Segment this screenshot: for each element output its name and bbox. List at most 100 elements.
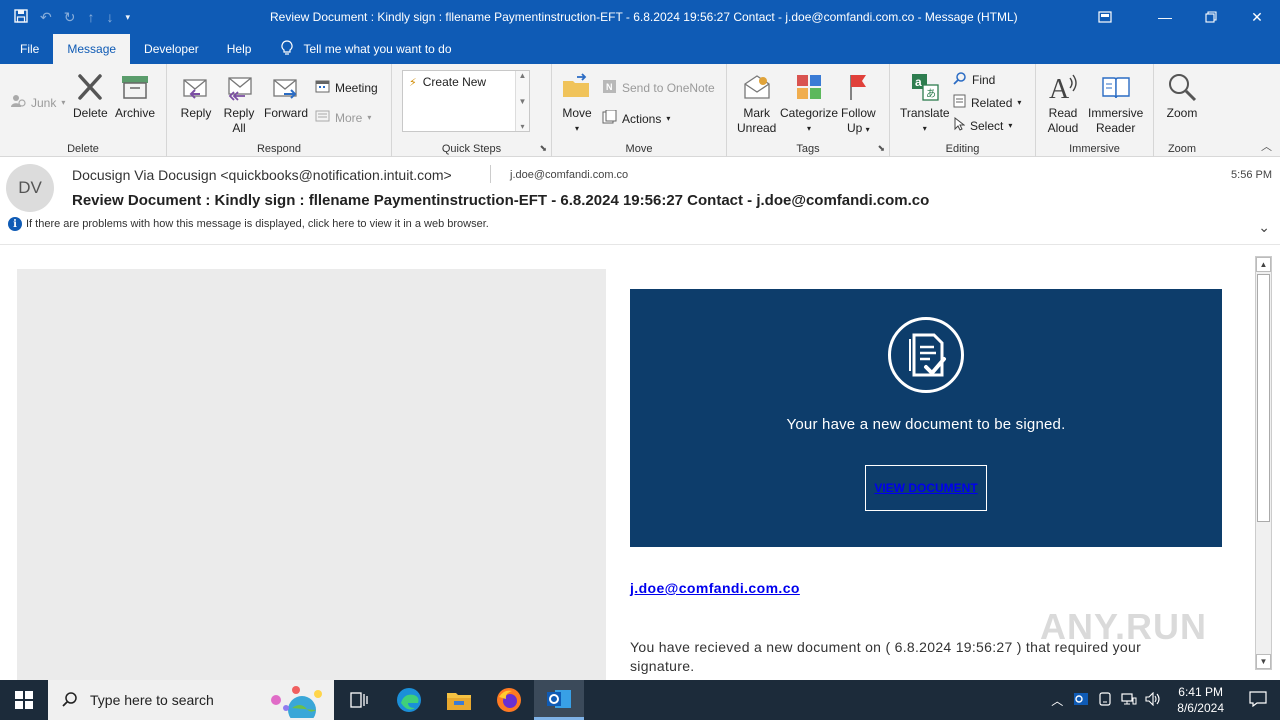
expand-header-icon[interactable]: ⌄ bbox=[1258, 219, 1270, 236]
read-aloud-button[interactable]: A Read Aloud bbox=[1046, 70, 1080, 136]
zoom-group-label: Zoom bbox=[1167, 143, 1197, 155]
taskbar-search[interactable]: Type here to search bbox=[48, 680, 334, 720]
outlook-tray-icon[interactable] bbox=[1069, 692, 1093, 709]
undo-icon[interactable]: ↶ bbox=[40, 9, 52, 26]
firefox-icon[interactable] bbox=[484, 680, 534, 720]
save-icon[interactable] bbox=[14, 8, 28, 26]
more-respond-button[interactable]: More ▾ bbox=[315, 109, 371, 126]
customize-qat-icon[interactable]: ▾ bbox=[125, 12, 130, 23]
document-check-icon bbox=[888, 317, 964, 393]
view-document-link[interactable]: VIEW DOCUMENT bbox=[865, 465, 987, 511]
onenote-icon: N bbox=[602, 79, 617, 97]
related-button[interactable]: Related ▾ bbox=[953, 94, 1021, 111]
find-button[interactable]: Find bbox=[953, 71, 995, 88]
tab-file[interactable]: File bbox=[0, 34, 53, 64]
zoom-button[interactable]: Zoom bbox=[1165, 70, 1199, 121]
follow-up-button[interactable]: Follow Up ▾ bbox=[841, 70, 876, 137]
categorize-icon bbox=[792, 70, 826, 104]
message-body: Your have a new document to be signed. V… bbox=[0, 246, 1280, 680]
clock[interactable]: 6:41 PM 8/6/2024 bbox=[1165, 684, 1236, 716]
chevron-down-icon: ▾ bbox=[367, 113, 372, 122]
watermark-logo: ANY.RUN bbox=[1040, 606, 1208, 647]
cursor-icon bbox=[953, 116, 966, 134]
restore-icon[interactable] bbox=[1188, 0, 1234, 34]
email-link[interactable]: j.doe@comfandi.com.co bbox=[630, 580, 800, 596]
redo-icon[interactable]: ↻ bbox=[64, 9, 76, 26]
ribbon-display-icon[interactable] bbox=[1082, 0, 1128, 34]
notification-icon[interactable] bbox=[1236, 690, 1280, 710]
info-bar[interactable]: i If there are problems with how this me… bbox=[8, 217, 489, 231]
dialog-launcher-icon[interactable]: ⬊ bbox=[539, 143, 547, 154]
scrollbar-thumb[interactable] bbox=[1257, 274, 1270, 522]
envelope-unread-icon bbox=[740, 70, 774, 104]
categorize-button[interactable]: Categorize ▾ bbox=[780, 70, 838, 136]
scroll-down-icon[interactable]: ▼ bbox=[519, 97, 527, 106]
task-view-icon[interactable] bbox=[334, 680, 384, 720]
ribbon: Junk ▾ Delete Archive Delete Reply Reply… bbox=[0, 64, 1280, 157]
move-button[interactable]: Move ▾ bbox=[560, 70, 594, 136]
lightning-icon: ⚡ bbox=[409, 76, 417, 89]
scroll-down-icon[interactable]: ▼ bbox=[1256, 654, 1271, 669]
forward-button[interactable]: Forward bbox=[264, 70, 308, 121]
immersive-group-label: Immersive bbox=[1069, 143, 1120, 155]
select-button[interactable]: Select ▾ bbox=[953, 116, 1012, 134]
meeting-button[interactable]: Meeting bbox=[315, 79, 378, 96]
down-arrow-icon[interactable]: ↓ bbox=[106, 9, 113, 25]
received-time: 5:56 PM bbox=[1231, 169, 1272, 181]
reply-all-button[interactable]: Reply All bbox=[222, 70, 256, 136]
delete-x-icon bbox=[73, 70, 107, 104]
collapse-ribbon-icon[interactable]: ︿ bbox=[1261, 138, 1272, 154]
expand-gallery-icon[interactable]: ▾ bbox=[520, 122, 524, 131]
tab-message[interactable]: Message bbox=[53, 34, 131, 64]
more-icon bbox=[315, 109, 330, 126]
scroll-up-icon[interactable]: ▲ bbox=[1256, 257, 1271, 272]
immersive-reader-button[interactable]: Immersive Reader bbox=[1088, 70, 1143, 136]
junk-button[interactable]: Junk ▾ bbox=[10, 94, 65, 111]
mark-unread-button[interactable]: Mark Unread bbox=[737, 70, 776, 136]
delete-button[interactable]: Delete bbox=[73, 70, 108, 121]
device-icon[interactable] bbox=[1093, 691, 1117, 709]
taskbar: Type here to search ︿ 6:41 PM 8/6/2024 bbox=[0, 680, 1280, 720]
quick-access-toolbar: ↶ ↻ ↑ ↓ ▾ bbox=[0, 9, 200, 26]
tab-developer[interactable]: Developer bbox=[130, 34, 213, 64]
avatar[interactable]: DV bbox=[6, 164, 54, 212]
close-icon[interactable]: ✕ bbox=[1234, 0, 1280, 34]
up-arrow-icon[interactable]: ↑ bbox=[87, 9, 94, 25]
tell-me-search[interactable]: Tell me what you want to do bbox=[265, 34, 452, 64]
volume-icon[interactable] bbox=[1141, 691, 1165, 709]
reply-icon bbox=[179, 70, 213, 104]
archive-icon bbox=[118, 70, 152, 104]
reply-button[interactable]: Reply bbox=[179, 70, 213, 121]
chevron-up-icon[interactable]: ︿ bbox=[1045, 692, 1069, 709]
create-new-quick-step[interactable]: ⚡ Create New bbox=[409, 75, 486, 89]
minimize-icon[interactable]: — bbox=[1142, 0, 1188, 34]
file-explorer-icon[interactable] bbox=[434, 680, 484, 720]
clock-date: 8/6/2024 bbox=[1177, 701, 1224, 715]
related-icon bbox=[953, 94, 966, 111]
move-group-label: Move bbox=[625, 143, 653, 155]
network-icon[interactable] bbox=[1117, 692, 1141, 709]
vertical-scrollbar[interactable]: ▲ ▼ bbox=[1255, 256, 1272, 670]
meeting-icon bbox=[315, 79, 330, 96]
search-placeholder: Type here to search bbox=[90, 692, 214, 708]
delete-group: Junk ▾ Delete Archive Delete bbox=[0, 64, 167, 157]
recipient[interactable]: j.doe@comfandi.com.co bbox=[510, 169, 628, 181]
tell-me-label: Tell me what you want to do bbox=[303, 42, 452, 56]
edge-browser-icon[interactable] bbox=[384, 680, 434, 720]
outlook-icon[interactable] bbox=[534, 680, 584, 720]
archive-button[interactable]: Archive bbox=[115, 70, 155, 121]
tab-help[interactable]: Help bbox=[213, 34, 266, 64]
chevron-down-icon: ▾ bbox=[574, 124, 579, 133]
actions-button[interactable]: Actions ▾ bbox=[602, 109, 670, 127]
send-to-onenote-button[interactable]: N Send to OneNote bbox=[602, 79, 715, 97]
start-button[interactable] bbox=[0, 680, 48, 720]
quick-steps-scroll[interactable]: ▲ ▼ ▾ bbox=[515, 71, 529, 131]
menu-tabs: File Message Developer Help Tell me what… bbox=[0, 34, 1280, 64]
image-placeholder bbox=[17, 269, 606, 680]
chevron-down-icon: ▾ bbox=[807, 124, 812, 133]
dialog-launcher-icon[interactable]: ⬊ bbox=[877, 143, 885, 154]
sender-name[interactable]: Docusign Via Docusign <quickbooks@notifi… bbox=[72, 167, 452, 183]
scroll-up-icon[interactable]: ▲ bbox=[519, 71, 527, 80]
search-icon bbox=[62, 691, 78, 710]
translate-button[interactable]: aあ Translate ▾ bbox=[900, 70, 950, 136]
